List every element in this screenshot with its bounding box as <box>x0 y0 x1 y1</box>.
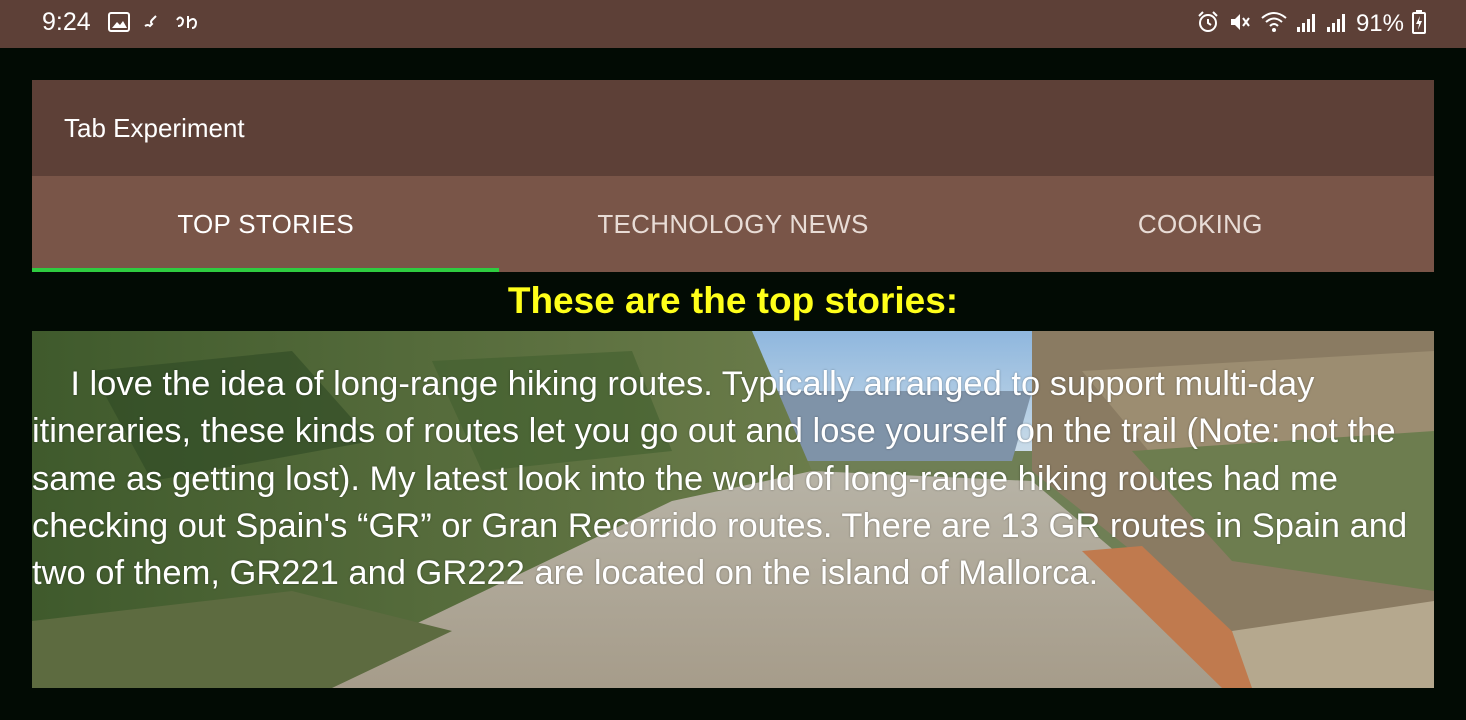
tab-label: COOKING <box>1137 208 1263 239</box>
tab-cooking[interactable]: COOKING <box>967 176 1434 272</box>
signal-icon <box>1326 11 1348 37</box>
image-icon <box>108 12 130 36</box>
notification-icons <box>108 12 200 36</box>
battery-charging-icon <box>1412 10 1426 38</box>
app-title: Tab Experiment <box>64 113 245 143</box>
alarm-icon <box>1196 10 1220 38</box>
battery-percentage: 91% <box>1355 10 1404 37</box>
tab-bar: TOP STORIES TECHNOLOGY NEWS COOKING <box>32 176 1434 272</box>
signal-icon <box>1296 11 1318 37</box>
status-bar: 9:24 91% <box>0 0 1466 48</box>
tab-label: TECHNOLOGY NEWS <box>597 208 869 239</box>
story-panel: I love the idea of long-range hiking rou… <box>32 331 1434 688</box>
story-text: I love the idea of long-range hiking rou… <box>32 365 1417 593</box>
app-window: Tab Experiment TOP STORIES TECHNOLOGY NE… <box>32 80 1434 688</box>
tab-top-stories[interactable]: TOP STORIES <box>32 176 500 272</box>
app-icon <box>174 12 200 36</box>
call-icon <box>142 12 162 36</box>
app-toolbar: Tab Experiment <box>32 80 1434 176</box>
wifi-icon <box>1260 10 1288 38</box>
mute-icon <box>1228 10 1252 38</box>
system-icons: 91% <box>1196 10 1426 38</box>
status-time: 9:24 <box>42 8 91 36</box>
page-heading: These are the top stories: <box>507 280 959 321</box>
tab-technology-news[interactable]: TECHNOLOGY NEWS <box>499 176 966 272</box>
tab-label: TOP STORIES <box>177 208 355 239</box>
